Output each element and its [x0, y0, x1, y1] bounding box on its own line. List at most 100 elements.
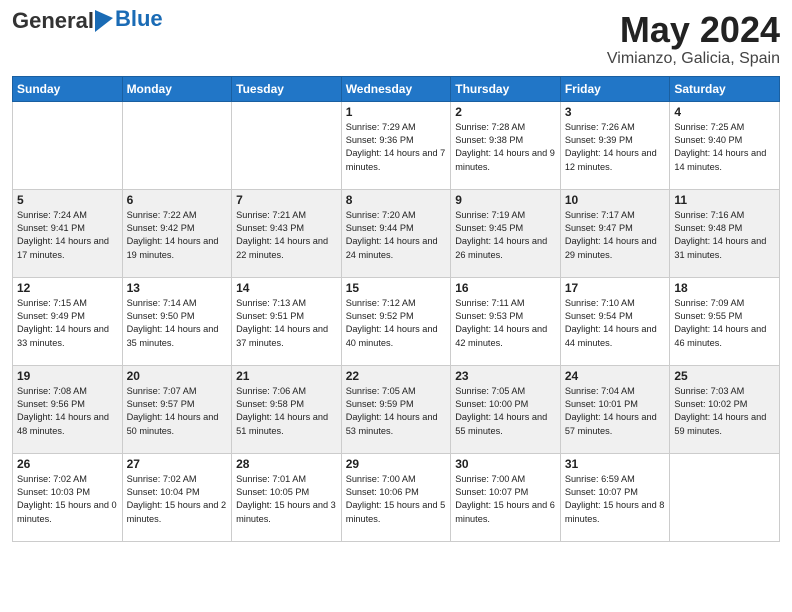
day-info: Sunrise: 7:10 AM Sunset: 9:54 PM Dayligh…: [565, 297, 666, 350]
calendar-cell: 22 Sunrise: 7:05 AM Sunset: 9:59 PM Dayli…: [341, 365, 451, 453]
day-info: Sunrise: 7:15 AM Sunset: 9:49 PM Dayligh…: [17, 297, 118, 350]
logo-general-text: General: [12, 10, 94, 32]
calendar-week-4: 19 Sunrise: 7:08 AM Sunset: 9:56 PM Dayli…: [13, 365, 780, 453]
calendar-cell: 12 Sunrise: 7:15 AM Sunset: 9:49 PM Dayli…: [13, 277, 123, 365]
day-number: 6: [127, 193, 228, 207]
calendar-header-saturday: Saturday: [670, 76, 780, 101]
calendar-week-1: 1 Sunrise: 7:29 AM Sunset: 9:36 PM Daylig…: [13, 101, 780, 189]
calendar-cell: 13 Sunrise: 7:14 AM Sunset: 9:50 PM Dayli…: [122, 277, 232, 365]
day-number: 4: [674, 105, 775, 119]
day-number: 13: [127, 281, 228, 295]
day-info: Sunrise: 7:05 AM Sunset: 9:59 PM Dayligh…: [346, 385, 447, 438]
day-info: Sunrise: 7:24 AM Sunset: 9:41 PM Dayligh…: [17, 209, 118, 262]
calendar-cell: 27 Sunrise: 7:02 AM Sunset: 10:04 PM Dayl…: [122, 453, 232, 541]
calendar-cell: 3 Sunrise: 7:26 AM Sunset: 9:39 PM Daylig…: [560, 101, 670, 189]
day-number: 12: [17, 281, 118, 295]
day-info: Sunrise: 7:29 AM Sunset: 9:36 PM Dayligh…: [346, 121, 447, 174]
day-number: 3: [565, 105, 666, 119]
day-number: 21: [236, 369, 337, 383]
calendar-cell: 6 Sunrise: 7:22 AM Sunset: 9:42 PM Daylig…: [122, 189, 232, 277]
day-number: 11: [674, 193, 775, 207]
calendar-week-3: 12 Sunrise: 7:15 AM Sunset: 9:49 PM Dayli…: [13, 277, 780, 365]
calendar-cell: 28Sunrise: 7:01 AM Sunset: 10:05 PM Dayl…: [232, 453, 342, 541]
calendar-cell: 19 Sunrise: 7:08 AM Sunset: 9:56 PM Dayli…: [13, 365, 123, 453]
calendar-cell: 26 Sunrise: 7:02 AM Sunset: 10:03 PM Dayl…: [13, 453, 123, 541]
calendar-cell: [232, 101, 342, 189]
logo-blue-label: Blue: [115, 6, 163, 32]
day-info: Sunrise: 7:28 AM Sunset: 9:38 PM Dayligh…: [455, 121, 556, 174]
logo-area: General Blue: [12, 10, 163, 32]
day-info: Sunrise: 7:22 AM Sunset: 9:42 PM Dayligh…: [127, 209, 228, 262]
day-number: 7: [236, 193, 337, 207]
day-info: Sunrise: 6:59 AM Sunset: 10:07 PM Daylig…: [565, 473, 666, 526]
day-number: 27: [127, 457, 228, 471]
day-info: Sunrise: 7:05 AM Sunset: 10:00 PM Daylig…: [455, 385, 556, 438]
day-number: 26: [17, 457, 118, 471]
day-info: Sunrise: 7:03 AM Sunset: 10:02 PM Daylig…: [674, 385, 775, 438]
calendar-header-tuesday: Tuesday: [232, 76, 342, 101]
day-number: 5: [17, 193, 118, 207]
calendar-table: SundayMondayTuesdayWednesdayThursdayFrid…: [12, 76, 780, 542]
day-info: Sunrise: 7:11 AM Sunset: 9:53 PM Dayligh…: [455, 297, 556, 350]
day-number: 31: [565, 457, 666, 471]
day-number: 2: [455, 105, 556, 119]
day-info: Sunrise: 7:14 AM Sunset: 9:50 PM Dayligh…: [127, 297, 228, 350]
calendar-cell: 30Sunrise: 7:00 AM Sunset: 10:07 PM Dayl…: [451, 453, 561, 541]
day-info: Sunrise: 7:12 AM Sunset: 9:52 PM Dayligh…: [346, 297, 447, 350]
day-info: Sunrise: 7:25 AM Sunset: 9:40 PM Dayligh…: [674, 121, 775, 174]
calendar-cell: 8Sunrise: 7:20 AM Sunset: 9:44 PM Daylig…: [341, 189, 451, 277]
calendar-header-thursday: Thursday: [451, 76, 561, 101]
day-number: 22: [346, 369, 447, 383]
day-number: 25: [674, 369, 775, 383]
day-info: Sunrise: 7:02 AM Sunset: 10:03 PM Daylig…: [17, 473, 118, 526]
day-number: 14: [236, 281, 337, 295]
calendar-subtitle: Vimianzo, Galicia, Spain: [607, 50, 780, 68]
day-info: Sunrise: 7:04 AM Sunset: 10:01 PM Daylig…: [565, 385, 666, 438]
calendar-cell: 5 Sunrise: 7:24 AM Sunset: 9:41 PM Daylig…: [13, 189, 123, 277]
calendar-header-row: SundayMondayTuesdayWednesdayThursdayFrid…: [13, 76, 780, 101]
day-info: Sunrise: 7:08 AM Sunset: 9:56 PM Dayligh…: [17, 385, 118, 438]
day-number: 9: [455, 193, 556, 207]
calendar-cell: 15 Sunrise: 7:12 AM Sunset: 9:52 PM Dayli…: [341, 277, 451, 365]
calendar-header-friday: Friday: [560, 76, 670, 101]
day-number: 10: [565, 193, 666, 207]
calendar-cell: 21 Sunrise: 7:06 AM Sunset: 9:58 PM Dayli…: [232, 365, 342, 453]
calendar-cell: 7 Sunrise: 7:21 AM Sunset: 9:43 PM Daylig…: [232, 189, 342, 277]
day-number: 23: [455, 369, 556, 383]
calendar-cell: 23 Sunrise: 7:05 AM Sunset: 10:00 PM Dayl…: [451, 365, 561, 453]
calendar-cell: 14Sunrise: 7:13 AM Sunset: 9:51 PM Dayli…: [232, 277, 342, 365]
calendar-cell: 9 Sunrise: 7:19 AM Sunset: 9:45 PM Daylig…: [451, 189, 561, 277]
calendar-cell: 31 Sunrise: 6:59 AM Sunset: 10:07 PM Dayl…: [560, 453, 670, 541]
calendar-cell: 17 Sunrise: 7:10 AM Sunset: 9:54 PM Dayli…: [560, 277, 670, 365]
day-info: Sunrise: 7:02 AM Sunset: 10:04 PM Daylig…: [127, 473, 228, 526]
calendar-week-5: 26 Sunrise: 7:02 AM Sunset: 10:03 PM Dayl…: [13, 453, 780, 541]
day-number: 15: [346, 281, 447, 295]
day-info: Sunrise: 7:17 AM Sunset: 9:47 PM Dayligh…: [565, 209, 666, 262]
title-area: May 2024 Vimianzo, Galicia, Spain: [607, 10, 780, 68]
day-info: Sunrise: 7:01 AM Sunset: 10:05 PM Daylig…: [236, 473, 337, 526]
calendar-cell: 11 Sunrise: 7:16 AM Sunset: 9:48 PM Dayli…: [670, 189, 780, 277]
calendar-title: May 2024: [607, 10, 780, 50]
day-info: Sunrise: 7:26 AM Sunset: 9:39 PM Dayligh…: [565, 121, 666, 174]
calendar-cell: [122, 101, 232, 189]
day-number: 19: [17, 369, 118, 383]
calendar-cell: 10 Sunrise: 7:17 AM Sunset: 9:47 PM Dayli…: [560, 189, 670, 277]
calendar-cell: 25 Sunrise: 7:03 AM Sunset: 10:02 PM Dayl…: [670, 365, 780, 453]
calendar-cell: [670, 453, 780, 541]
day-info: Sunrise: 7:19 AM Sunset: 9:45 PM Dayligh…: [455, 209, 556, 262]
day-number: 17: [565, 281, 666, 295]
day-info: Sunrise: 7:00 AM Sunset: 10:07 PM Daylig…: [455, 473, 556, 526]
calendar-cell: 24Sunrise: 7:04 AM Sunset: 10:01 PM Dayl…: [560, 365, 670, 453]
page: General Blue May 2024 Vimianzo, Galicia,…: [0, 0, 792, 612]
calendar-header-wednesday: Wednesday: [341, 76, 451, 101]
day-info: Sunrise: 7:06 AM Sunset: 9:58 PM Dayligh…: [236, 385, 337, 438]
calendar-cell: 29Sunrise: 7:00 AM Sunset: 10:06 PM Dayl…: [341, 453, 451, 541]
day-info: Sunrise: 7:20 AM Sunset: 9:44 PM Dayligh…: [346, 209, 447, 262]
calendar-cell: 2 Sunrise: 7:28 AM Sunset: 9:38 PM Daylig…: [451, 101, 561, 189]
day-info: Sunrise: 7:16 AM Sunset: 9:48 PM Dayligh…: [674, 209, 775, 262]
day-info: Sunrise: 7:21 AM Sunset: 9:43 PM Dayligh…: [236, 209, 337, 262]
calendar-cell: 16Sunrise: 7:11 AM Sunset: 9:53 PM Dayli…: [451, 277, 561, 365]
day-number: 1: [346, 105, 447, 119]
day-info: Sunrise: 7:00 AM Sunset: 10:06 PM Daylig…: [346, 473, 447, 526]
logo: General Blue: [12, 10, 163, 32]
